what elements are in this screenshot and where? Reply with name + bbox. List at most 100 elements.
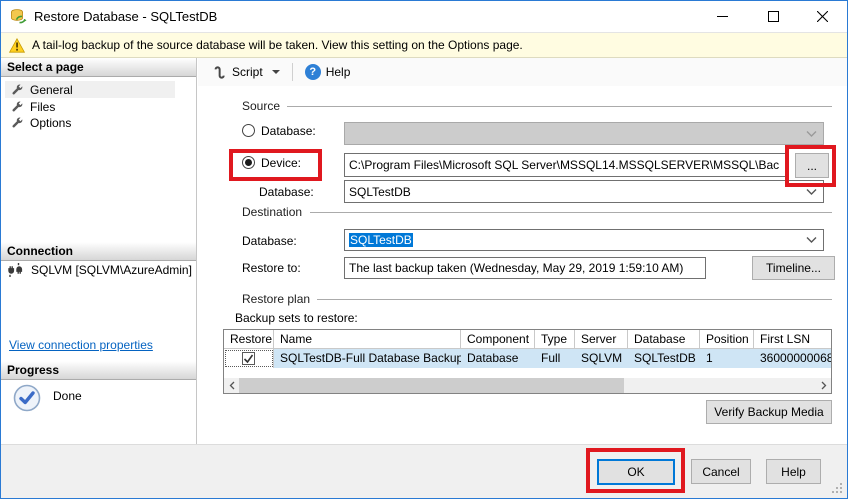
footer: OK Cancel Help [1, 444, 847, 498]
script-button[interactable]: Script [206, 62, 286, 83]
source-device-radio-label: Device: [261, 156, 302, 170]
device-path-value: C:\Program Files\Microsoft SQL Server\MS… [349, 158, 780, 172]
column-header-restore[interactable]: Restore [224, 330, 274, 349]
browse-button[interactable]: ... [795, 153, 829, 178]
toolbar: Script ? Help [198, 58, 847, 86]
chevron-down-icon [271, 70, 280, 74]
cell-component: Database [467, 351, 519, 365]
cell-position: 1 [706, 351, 713, 365]
cell-type: Full [541, 351, 561, 365]
wrench-icon [12, 101, 23, 112]
script-button-label: Script [232, 65, 263, 79]
view-connection-properties-link[interactable]: View connection properties [9, 338, 153, 352]
verify-backup-media-button[interactable]: Verify Backup Media [706, 400, 832, 424]
script-icon [214, 65, 225, 79]
browse-button-label: ... [806, 158, 817, 173]
column-header-database[interactable]: Database [628, 330, 700, 349]
sidebar: Select a page General Files Options Conn… [1, 58, 197, 444]
warning-text: A tail-log backup of the source database… [32, 38, 523, 52]
table-header-row: Restore Name Component Type Server Datab… [224, 330, 831, 349]
timeline-button-label: Timeline... [766, 261, 821, 275]
source-database-radio[interactable] [242, 124, 255, 137]
column-header-component[interactable]: Component [461, 330, 535, 349]
sidebar-item-general[interactable]: General [5, 81, 175, 98]
backup-sets-label: Backup sets to restore: [235, 311, 358, 325]
source-db-combo-value: SQLTestDB [349, 184, 411, 199]
cancel-button-label: Cancel [702, 464, 740, 479]
minimize-icon [716, 15, 728, 17]
help-button-label: Help [325, 65, 351, 79]
ok-button[interactable]: OK [597, 459, 675, 485]
maximize-button[interactable] [750, 1, 796, 31]
warning-icon [9, 37, 25, 53]
tail-log-warning-bar: A tail-log backup of the source database… [1, 32, 847, 58]
destination-db-combo[interactable]: SQLTestDB [344, 229, 824, 251]
scrollbar-thumb[interactable] [239, 378, 624, 393]
sidebar-item-options[interactable]: Options [5, 114, 175, 131]
restore-to-input[interactable]: The last backup taken (Wednesday, May 29… [344, 257, 706, 279]
restore-to-value: The last backup taken (Wednesday, May 29… [349, 261, 684, 275]
chevron-right-icon [821, 381, 826, 390]
sidebar-item-label: Options [30, 115, 72, 130]
source-db-combo[interactable]: SQLTestDB [344, 180, 824, 203]
select-a-page-header: Select a page [1, 58, 196, 77]
ok-button-label: OK [627, 465, 645, 479]
device-path-input[interactable]: C:\Program Files\Microsoft SQL Server\MS… [344, 153, 788, 177]
progress-header: Progress [1, 361, 196, 380]
help-footer-button[interactable]: Help [766, 459, 821, 484]
source-database-radio-label: Database: [261, 124, 316, 138]
maximize-icon [767, 10, 779, 22]
help-footer-button-label: Help [781, 464, 806, 479]
help-button[interactable]: ? Help [299, 61, 357, 83]
cancel-button[interactable]: Cancel [691, 459, 751, 484]
horizontal-scrollbar[interactable] [224, 378, 831, 393]
wrench-icon [12, 84, 23, 95]
column-header-first-lsn[interactable]: First LSN [754, 330, 831, 349]
done-check-icon [13, 384, 41, 412]
source-caption: Source [242, 99, 287, 113]
verify-backup-media-label: Verify Backup Media [714, 405, 824, 419]
source-device-radio[interactable] [242, 156, 255, 169]
destination-db-combo-value: SQLTestDB [349, 233, 413, 247]
cell-name: SQLTestDB-Full Database Backup [280, 351, 461, 365]
connection-icon [8, 263, 23, 277]
connection-header: Connection [1, 242, 196, 261]
restore-plan-group-line [317, 299, 832, 300]
close-icon [816, 10, 828, 22]
window-title: Restore Database - SQLTestDB [34, 9, 218, 24]
sidebar-item-files[interactable]: Files [5, 98, 175, 115]
destination-db-label: Database: [242, 234, 297, 248]
resize-grip[interactable] [832, 483, 843, 494]
progress-status: Done [13, 384, 82, 412]
column-header-position[interactable]: Position [700, 330, 754, 349]
scroll-right-arrow[interactable] [816, 378, 831, 393]
column-header-name[interactable]: Name [274, 330, 461, 349]
column-header-server[interactable]: Server [575, 330, 628, 349]
source-group-line [287, 106, 832, 107]
help-icon: ? [304, 64, 321, 80]
main-panel: Script ? Help Source Database: Device: C… [198, 58, 847, 444]
wrench-icon [12, 117, 23, 128]
close-button[interactable] [799, 1, 845, 31]
cell-server: SQLVM [581, 351, 623, 365]
destination-group-line [310, 212, 832, 213]
scroll-left-arrow[interactable] [224, 378, 239, 393]
chevron-down-icon [806, 188, 817, 195]
timeline-button[interactable]: Timeline... [752, 256, 835, 280]
sidebar-item-label: Files [30, 99, 56, 114]
source-database-combo [344, 122, 824, 145]
restore-checkbox[interactable] [242, 352, 255, 365]
cell-database: SQLTestDB [634, 351, 696, 365]
minimize-button[interactable] [699, 1, 745, 31]
connection-server: SQLVM [SQLVM\AzureAdmin] [7, 262, 192, 278]
sidebar-item-label: General [30, 82, 73, 97]
destination-caption: Destination [242, 205, 309, 219]
source-db-label: Database: [259, 185, 314, 199]
chevron-left-icon [229, 381, 234, 390]
chevron-down-icon [806, 130, 817, 137]
backup-sets-table: Restore Name Component Type Server Datab… [223, 329, 832, 394]
table-row[interactable]: SQLTestDB-Full Database Backup Database … [224, 349, 831, 368]
restore-plan-caption: Restore plan [242, 292, 317, 306]
restore-database-icon [11, 9, 27, 24]
column-header-type[interactable]: Type [535, 330, 575, 349]
